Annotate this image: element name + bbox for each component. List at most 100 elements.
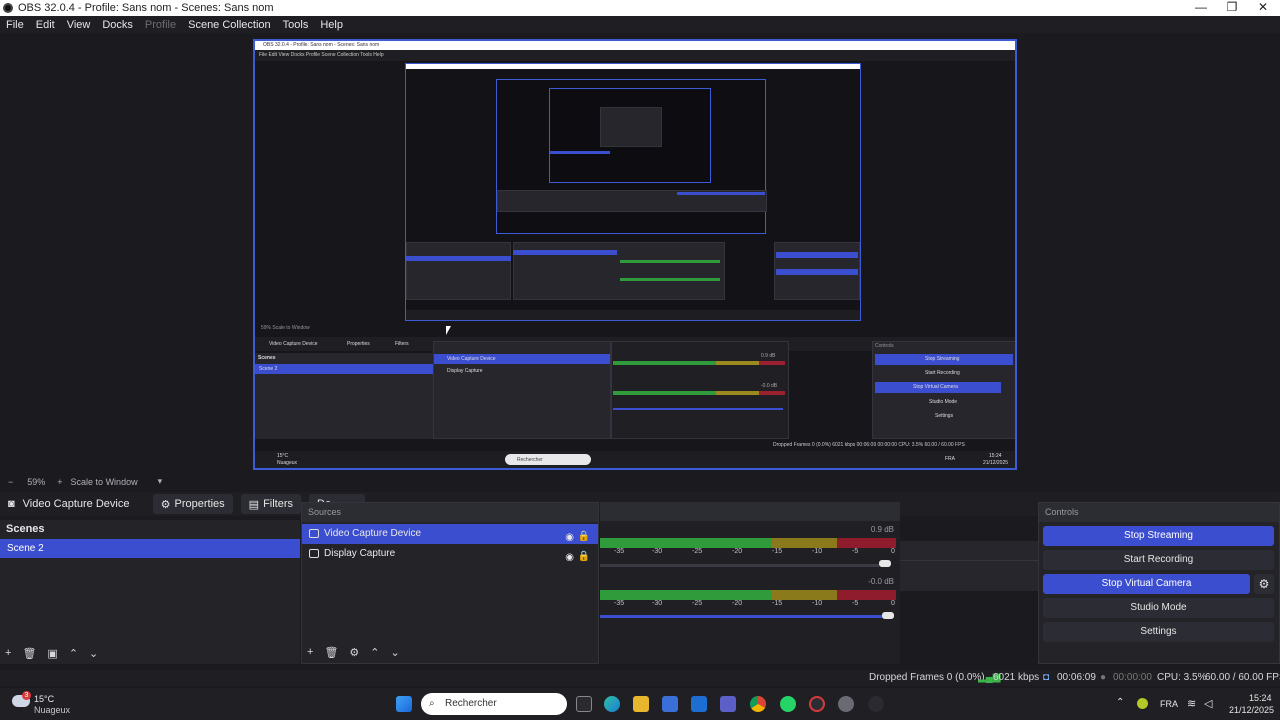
- zoom-out-button[interactable]: −: [8, 477, 13, 487]
- teams-icon[interactable]: [720, 696, 736, 712]
- whatsapp-icon[interactable]: [780, 696, 796, 712]
- outlook-icon[interactable]: [691, 696, 707, 712]
- settings-taskbar-icon[interactable]: [838, 696, 854, 712]
- record-time: 00:00:00: [1113, 672, 1152, 683]
- preview-recursive-selection-2: [677, 192, 765, 195]
- preview-nested-meter-1: [620, 260, 720, 263]
- windows-taskbar: 3 15°C Nuageux ⌕ Rechercher ⌃ FRA ≋ ◁ 15…: [0, 688, 1280, 720]
- maximize-button[interactable]: ❐: [1217, 0, 1247, 16]
- move-down-icon[interactable]: ⌄: [89, 647, 98, 660]
- scale-tick: -30: [652, 600, 663, 607]
- scale-tick: -30: [652, 548, 663, 555]
- scale-tick: -25: [692, 600, 703, 607]
- close-button[interactable]: ✕: [1248, 0, 1278, 16]
- stop-streaming-button[interactable]: Stop Streaming: [1043, 526, 1274, 546]
- stop-virtual-camera-button[interactable]: Stop Virtual Camera: [1043, 574, 1250, 594]
- windows-start-icon[interactable]: [396, 696, 412, 712]
- menu-help[interactable]: Help: [320, 19, 343, 31]
- volume-icon[interactable]: ◁: [1204, 697, 1212, 710]
- scene-filters-icon[interactable]: ▣: [47, 647, 57, 660]
- remove-scene-icon[interactable]: 🗑: [22, 647, 36, 660]
- preview-nested-status: Dropped Frames 0 (0.0%) 6021 kbps 00:06:…: [773, 442, 965, 448]
- weather-temperature[interactable]: 15°C: [34, 694, 54, 704]
- menu-tools[interactable]: Tools: [283, 19, 309, 31]
- track1-volume-track[interactable]: [600, 564, 880, 567]
- studio-mode-button[interactable]: Studio Mode: [1043, 598, 1274, 618]
- virtual-camera-settings-gear-icon[interactable]: ⚙: [1254, 574, 1274, 594]
- monitor-icon: [309, 549, 319, 558]
- scale-tick: -35: [614, 548, 625, 555]
- language-indicator[interactable]: FRA: [1160, 699, 1178, 709]
- preview-nested-scene-row: [255, 364, 433, 374]
- source-properties-icon[interactable]: ⚙: [349, 646, 359, 659]
- scale-tick: 0: [891, 600, 895, 607]
- settings-button[interactable]: Settings: [1043, 622, 1274, 642]
- wifi-icon[interactable]: ≋: [1187, 697, 1196, 710]
- obs-taskbar-icon[interactable]: [809, 696, 825, 712]
- filters-button[interactable]: ▤ Filters: [240, 494, 302, 514]
- clock-date[interactable]: 21/12/2025: [1229, 705, 1274, 715]
- move-up-icon[interactable]: ⌃: [370, 646, 379, 659]
- microsoft-store-icon[interactable]: [662, 696, 678, 712]
- preview-nested-meter-a: [613, 361, 785, 365]
- menu-scene-collection[interactable]: Scene Collection: [188, 19, 271, 31]
- track2-volume-track[interactable]: [600, 615, 894, 618]
- chrome-icon[interactable]: [750, 696, 766, 712]
- menu-docks[interactable]: Docks: [102, 19, 133, 31]
- minimize-button[interactable]: —: [1186, 0, 1216, 16]
- camera-icon: ◙: [8, 498, 15, 510]
- mouse-cursor-icon: [446, 326, 451, 335]
- chevron-up-icon[interactable]: ⌃: [1116, 697, 1124, 708]
- zoom-level: 59%: [27, 476, 46, 487]
- visibility-eye-icon[interactable]: ◉: [565, 548, 574, 568]
- clock-time[interactable]: 15:24: [1249, 693, 1272, 703]
- preview-nested-taskbar: [406, 310, 860, 320]
- filter-icon: ▤: [248, 498, 260, 511]
- preview-nested-source-selected: [513, 250, 617, 255]
- menu-file[interactable]: File: [6, 19, 24, 31]
- taskbar-search[interactable]: ⌕ Rechercher: [421, 693, 567, 715]
- file-explorer-icon[interactable]: [633, 696, 649, 712]
- preview-nested-c1: Stop Streaming: [925, 356, 960, 362]
- menu-profile: Profile: [144, 18, 177, 31]
- move-up-icon[interactable]: ⌃: [69, 647, 78, 660]
- mixer-header: [600, 502, 900, 521]
- menu-edit[interactable]: Edit: [36, 19, 55, 31]
- add-scene-icon[interactable]: +: [5, 647, 11, 659]
- source-item-display-capture[interactable]: Display Capture ◉ 🔒: [302, 544, 598, 564]
- task-view-icon[interactable]: [576, 696, 592, 712]
- tray-app-icon[interactable]: [1137, 698, 1148, 709]
- track1-volume-thumb[interactable]: [879, 560, 892, 567]
- bitrate: 6021 kbps: [993, 672, 1040, 683]
- menu-view[interactable]: View: [67, 19, 91, 31]
- track1-db: 0.9 dB: [870, 525, 894, 534]
- add-source-icon[interactable]: +: [307, 646, 313, 658]
- preview-recursive-selection: [550, 151, 610, 154]
- app-taskbar-icon[interactable]: [868, 696, 884, 712]
- track2-volume-thumb[interactable]: [882, 612, 894, 619]
- lock-icon[interactable]: 🔒: [578, 547, 590, 567]
- weather-description[interactable]: Nuageux: [34, 705, 70, 715]
- preview-nested-stop-vcam: [776, 269, 858, 275]
- zoom-mode-select[interactable]: Scale to Window: [71, 477, 138, 487]
- controls-title: Controls: [1039, 503, 1279, 522]
- source-item-video-capture[interactable]: Video Capture Device ◉ 🔒: [302, 524, 598, 544]
- transitions-divider: [900, 560, 1038, 561]
- edge-browser-icon[interactable]: [604, 696, 620, 712]
- remove-source-icon[interactable]: 🗑: [324, 646, 338, 659]
- dropped-frames: Dropped Frames 0 (0.0%): [869, 672, 985, 683]
- scale-tick: -10: [812, 548, 823, 555]
- start-recording-button[interactable]: Start Recording: [1043, 550, 1274, 570]
- zoom-dropdown-icon[interactable]: ▾: [158, 476, 163, 487]
- preview-nested-src2: Display Capture: [447, 368, 483, 374]
- scale-tick: -25: [692, 548, 703, 555]
- preview-recursive-frame-2: [496, 79, 767, 234]
- move-down-icon[interactable]: ⌄: [391, 646, 400, 659]
- properties-button[interactable]: ⚙ Properties: [152, 494, 233, 514]
- program-preview[interactable]: OBS 32.0.4 - Profile: Sans nom - Scenes:…: [253, 39, 1017, 470]
- preview-nested-weather: 15°C: [277, 453, 289, 459]
- zoom-in-button[interactable]: +: [57, 477, 62, 487]
- preview-nested-scene-selected: [406, 256, 511, 261]
- scene-item[interactable]: Scene 2: [0, 539, 300, 558]
- scale-tick: -15: [772, 548, 783, 555]
